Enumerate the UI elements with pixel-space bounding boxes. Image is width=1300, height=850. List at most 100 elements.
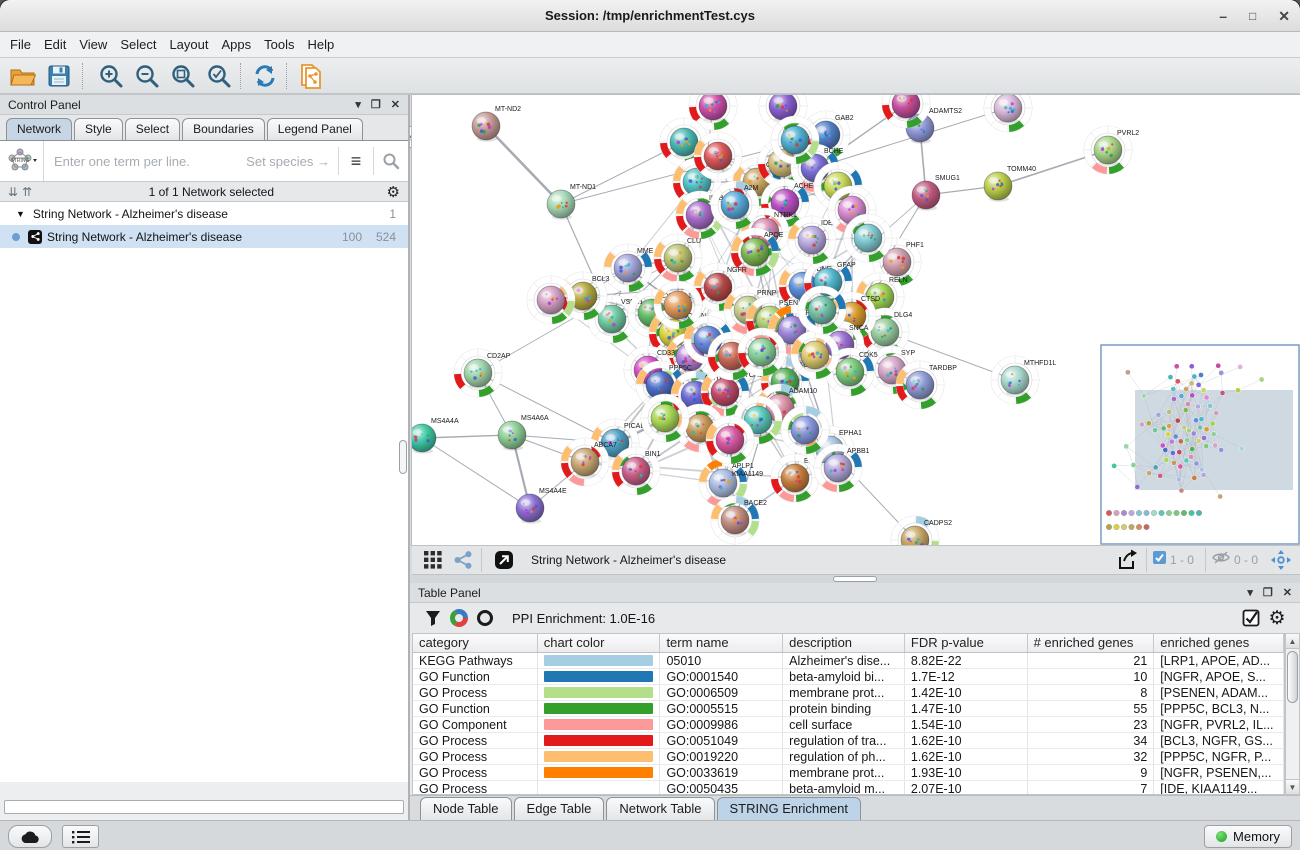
tab-network-table[interactable]: Network Table xyxy=(606,797,714,820)
network-options-gear-icon[interactable]: ⚙ xyxy=(387,183,400,201)
menu-help[interactable]: Help xyxy=(308,34,344,55)
network-node[interactable] xyxy=(781,406,829,454)
menu-view[interactable]: View xyxy=(79,34,116,55)
column-header-5[interactable]: # enriched genes xyxy=(1028,634,1155,652)
table-row[interactable]: GO ProcessGO:0050435beta-amyloid m...2.0… xyxy=(413,781,1284,795)
panel-close-icon[interactable]: ✕ xyxy=(391,98,400,111)
selected-checkbox-icon[interactable] xyxy=(1152,550,1167,570)
tab-node-table[interactable]: Node Table xyxy=(420,797,512,820)
close-button[interactable]: ✕ xyxy=(1278,9,1290,23)
column-header-6[interactable]: enriched genes xyxy=(1154,634,1284,652)
network-node[interactable] xyxy=(706,416,754,464)
network-node[interactable] xyxy=(654,281,702,329)
menu-edit[interactable]: Edit xyxy=(44,34,75,55)
tab-select[interactable]: Select xyxy=(125,118,180,140)
network-node[interactable]: ABCA7 xyxy=(561,438,617,486)
tab-boundaries[interactable]: Boundaries xyxy=(182,118,265,140)
control-panel-footer-field[interactable] xyxy=(4,800,404,814)
open-session-button[interactable] xyxy=(8,61,38,91)
open-in-browser-button[interactable] xyxy=(491,548,517,572)
network-node[interactable]: MT-ND1 xyxy=(547,184,596,220)
refresh-network-button[interactable] xyxy=(250,61,280,91)
tab-legend-panel[interactable]: Legend Panel xyxy=(267,118,363,140)
column-header-2[interactable]: term name xyxy=(660,634,783,652)
panel-menu-icon[interactable]: ▾ xyxy=(355,98,361,111)
table-panel-close-icon[interactable]: ✕ xyxy=(1283,586,1292,599)
expand-all-icon[interactable]: ⇈ xyxy=(22,185,32,199)
table-row[interactable]: GO ProcessGO:0019220regulation of ph...1… xyxy=(413,749,1284,765)
zoom-selected-button[interactable] xyxy=(204,61,234,91)
collapse-all-icon[interactable]: ⇊ xyxy=(8,185,18,199)
zoom-in-button[interactable] xyxy=(96,61,126,91)
tab-network[interactable]: Network xyxy=(6,118,72,140)
network-node[interactable]: MS4A6A xyxy=(498,415,549,451)
filter-button[interactable] xyxy=(420,610,446,626)
menu-apps[interactable]: Apps xyxy=(222,34,261,55)
network-graph[interactable]: MT-ND2MT-ND1VSNL1CD2APMS4A4AMS4A6AMS4A4E… xyxy=(412,95,1300,545)
maximize-button[interactable]: □ xyxy=(1249,10,1256,22)
table-row[interactable]: KEGG Pathways05010Alzheimer's dise...8.8… xyxy=(413,653,1284,669)
network-node[interactable]: MTHFD1L xyxy=(991,356,1056,404)
network-node[interactable]: IDE xyxy=(788,216,836,264)
tab-string-enrichment[interactable]: STRING Enrichment xyxy=(717,797,861,820)
birds-eye-toggle-button[interactable] xyxy=(420,548,446,572)
scroll-down-arrow[interactable]: ▼ xyxy=(1286,779,1299,794)
menu-select[interactable]: Select xyxy=(120,34,165,55)
network-node[interactable]: MS4A4E xyxy=(516,488,567,524)
network-node[interactable]: SMUG1 xyxy=(912,175,960,211)
tab-style[interactable]: Style xyxy=(74,118,123,140)
table-row[interactable]: GO ProcessGO:0051049regulation of tra...… xyxy=(413,733,1284,749)
network-node[interactable]: MME xyxy=(604,244,654,292)
table-scrollbar[interactable]: ▲ ▼ xyxy=(1285,633,1300,795)
network-node[interactable]: MS4A4A xyxy=(412,418,459,454)
network-from-file-button[interactable] xyxy=(296,61,326,91)
network-canvas[interactable]: MT-ND2MT-ND1VSNL1CD2APMS4A4AMS4A6AMS4A4E… xyxy=(412,95,1300,545)
table-panel-menu-icon[interactable]: ▾ xyxy=(1247,586,1253,599)
splitter-grip[interactable] xyxy=(833,576,877,582)
task-list-button[interactable] xyxy=(62,825,99,848)
column-header-3[interactable]: description xyxy=(783,634,905,652)
query-search-icon[interactable] xyxy=(374,152,408,170)
network-node[interactable]: BIN1 xyxy=(612,447,661,495)
scroll-up-arrow[interactable]: ▲ xyxy=(1286,634,1299,649)
tab-edge-table[interactable]: Edge Table xyxy=(514,797,605,820)
save-session-button[interactable] xyxy=(44,61,74,91)
table-row[interactable]: GO ProcessGO:0006509membrane prot...1.42… xyxy=(413,685,1284,701)
table-row[interactable]: GO ProcessGO:0033619membrane prot...1.93… xyxy=(413,765,1284,781)
zoom-fit-button[interactable] xyxy=(168,61,198,91)
export-network-button[interactable] xyxy=(1115,548,1141,572)
birds-eye-view[interactable] xyxy=(1101,345,1299,544)
minimize-button[interactable]: – xyxy=(1219,9,1227,23)
table-row[interactable]: GO FunctionGO:0001540beta-amyloid bi...1… xyxy=(413,669,1284,685)
horizontal-splitter[interactable] xyxy=(410,575,1300,583)
menu-tools[interactable]: Tools xyxy=(264,34,303,55)
zoom-out-button[interactable] xyxy=(132,61,162,91)
hidden-eye-icon[interactable] xyxy=(1211,550,1231,570)
column-header-0[interactable]: category xyxy=(413,634,538,652)
network-node[interactable]: CLU xyxy=(654,234,702,282)
string-source-selector[interactable]: STRING xyxy=(0,141,44,181)
scroll-thumb[interactable] xyxy=(1287,651,1298,703)
network-node[interactable] xyxy=(771,116,819,164)
title-bar[interactable]: Session: /tmp/enrichmentTest.cys – □ ✕ xyxy=(0,0,1300,32)
species-hint[interactable]: Set species → xyxy=(246,154,330,169)
network-row-selected[interactable]: String Network - Alzheimer's disease 100… xyxy=(0,225,408,248)
network-node[interactable] xyxy=(844,214,892,262)
network-node[interactable]: A2M xyxy=(711,181,759,229)
table-panel-float-icon[interactable]: ❐ xyxy=(1263,586,1273,599)
ring-chart-button[interactable] xyxy=(472,609,498,627)
donut-chart-button[interactable] xyxy=(446,609,472,627)
network-node[interactable]: CD2AP xyxy=(454,349,511,397)
select-rows-button[interactable] xyxy=(1238,609,1264,627)
network-node[interactable]: BACE2 xyxy=(711,496,767,544)
network-node[interactable]: CADPS2 xyxy=(891,516,952,545)
string-panel-button[interactable] xyxy=(450,548,476,572)
menu-layout[interactable]: Layout xyxy=(169,34,217,55)
network-node[interactable]: TOMM40 xyxy=(984,166,1036,202)
cloud-button[interactable] xyxy=(8,825,52,848)
network-node[interactable] xyxy=(694,132,742,180)
network-node[interactable] xyxy=(791,331,839,379)
column-header-4[interactable]: FDR p-value xyxy=(905,634,1028,652)
column-header-1[interactable]: chart color xyxy=(538,634,661,652)
network-node[interactable] xyxy=(527,276,575,324)
